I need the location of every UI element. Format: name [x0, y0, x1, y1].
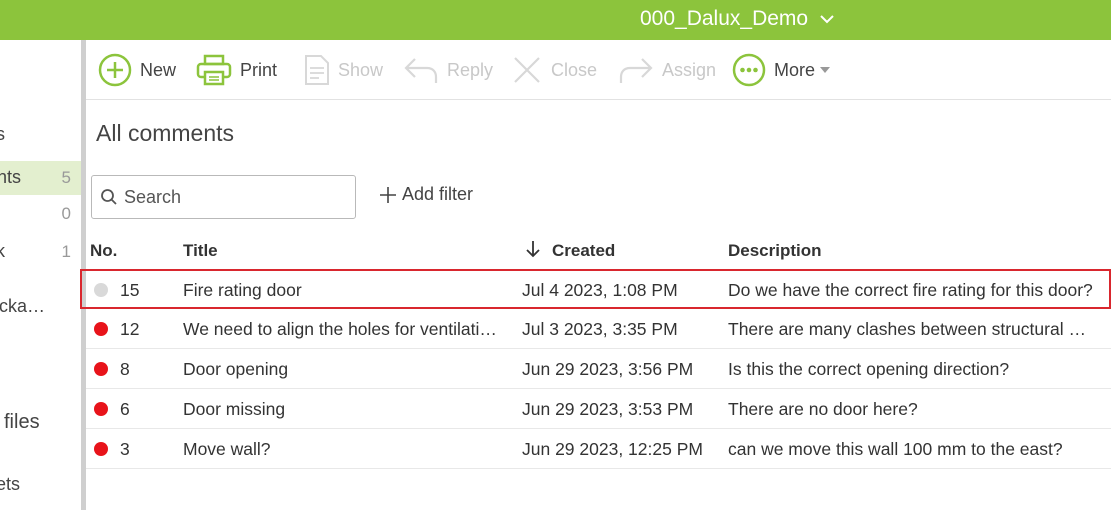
show-button[interactable]: Show: [304, 52, 383, 88]
table-row[interactable]: 8 Door opening Jun 29 2023, 3:56 PM Is t…: [86, 349, 1111, 389]
sidebar-item-3[interactable]: k 1: [0, 235, 81, 269]
search-placeholder: Search: [124, 186, 182, 207]
chevron-down-icon: [820, 14, 834, 23]
row-description: Do we have the correct fire rating for t…: [728, 280, 1093, 300]
sidebar-count: 0: [61, 204, 71, 223]
row-number: 6: [120, 399, 130, 419]
table-row[interactable]: 6 Door missing Jun 29 2023, 3:53 PM Ther…: [86, 389, 1111, 429]
sidebar-item-0[interactable]: s: [0, 118, 81, 152]
table-row[interactable]: 3 Move wall? Jun 29 2023, 12:25 PM can w…: [86, 429, 1111, 469]
status-dot: [94, 442, 108, 456]
row-created: Jun 29 2023, 3:53 PM: [522, 399, 694, 419]
status-dot: [94, 362, 108, 376]
page-title: All comments: [96, 120, 235, 146]
table-row[interactable]: 15 Fire rating door Jul 4 2023, 1:08 PM …: [80, 269, 1111, 309]
status-dot: [94, 402, 108, 416]
search-input[interactable]: Search: [91, 175, 356, 219]
add-filter-button[interactable]: Add filter: [380, 184, 473, 205]
row-title: Door missing: [183, 399, 286, 419]
sidebar-item-comments[interactable]: nts 5: [0, 161, 81, 195]
sidebar-item-6[interactable]: ets: [0, 468, 81, 502]
reply-button[interactable]: Reply: [403, 52, 493, 88]
reply-icon: [404, 58, 438, 83]
status-dot: [94, 283, 108, 297]
row-number: 8: [120, 359, 130, 379]
column-header-description[interactable]: Description: [728, 241, 822, 261]
project-name: 000_Dalux_Demo: [640, 7, 809, 30]
more-icon: [732, 53, 766, 87]
column-header-no[interactable]: No.: [90, 241, 117, 261]
row-description: There are many clashes between structura…: [728, 319, 1093, 339]
plus-circle-icon: [98, 53, 132, 87]
sidebar-item-2[interactable]: 0: [0, 197, 81, 231]
new-button[interactable]: New: [98, 52, 176, 88]
row-number: 3: [120, 439, 130, 459]
sidebar: s nts 5 0 k 1 cka… files ets: [0, 40, 81, 510]
project-selector[interactable]: 000_Dalux_Demo: [640, 7, 834, 31]
forward-arrow-icon: [619, 58, 653, 83]
table-row[interactable]: 12 We need to align the holes for ventil…: [86, 309, 1111, 349]
printer-icon: [196, 54, 232, 86]
row-description: Is this the correct opening direction?: [728, 359, 1010, 379]
sidebar-count: 1: [61, 242, 71, 261]
column-header-title[interactable]: Title: [183, 241, 218, 261]
row-title: Door opening: [183, 359, 289, 379]
row-description: There are no door here?: [728, 399, 918, 419]
column-header-created[interactable]: Created: [552, 241, 615, 261]
row-title: Fire rating door: [183, 280, 302, 300]
more-button[interactable]: More: [732, 52, 831, 88]
row-number: 15: [120, 280, 140, 300]
sidebar-item-4[interactable]: cka…: [0, 290, 81, 324]
top-bar: 000_Dalux_Demo: [0, 0, 1111, 40]
row-created: Jul 3 2023, 3:35 PM: [522, 319, 678, 339]
status-dot: [94, 322, 108, 336]
row-title: We need to align the holes for ventilati…: [183, 319, 503, 339]
row-created: Jul 4 2023, 1:08 PM: [522, 280, 678, 300]
print-button[interactable]: Print: [196, 52, 277, 88]
toolbar: New Print Show Reply Close Assign More: [86, 40, 1111, 100]
plus-icon: [380, 186, 396, 203]
row-created: Jun 29 2023, 12:25 PM: [522, 439, 703, 459]
sidebar-item-files[interactable]: files: [0, 407, 81, 441]
close-button[interactable]: Close: [511, 52, 597, 88]
search-icon: [101, 189, 117, 205]
row-created: Jun 29 2023, 3:56 PM: [522, 359, 694, 379]
row-description: can we move this wall 100 mm to the east…: [728, 439, 1063, 459]
close-icon: [514, 57, 540, 83]
document-icon: [305, 55, 329, 85]
table-header: No. Title Created Description: [86, 236, 1111, 266]
sort-arrow-down-icon: [526, 241, 540, 258]
assign-button[interactable]: Assign: [618, 52, 716, 88]
row-title: Move wall?: [183, 439, 271, 459]
sidebar-count: 5: [61, 168, 71, 187]
caret-down-icon: [820, 67, 831, 73]
row-number: 12: [120, 319, 140, 339]
